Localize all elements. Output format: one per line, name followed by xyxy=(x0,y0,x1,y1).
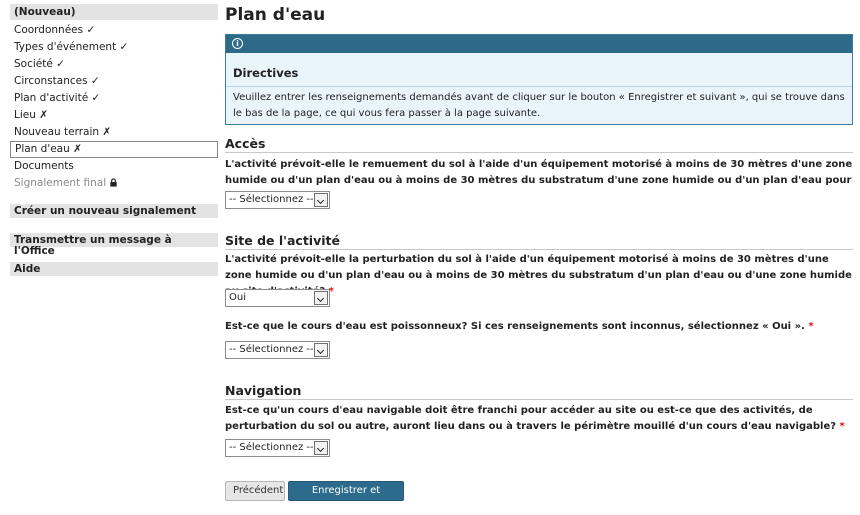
sidebar: (Nouveau) Coordonnées ✓ Types d'événemen… xyxy=(10,4,218,276)
sidebar-item-coordonnees[interactable]: Coordonnées ✓ xyxy=(10,22,218,39)
sidebar-header: (Nouveau) xyxy=(10,4,218,20)
previous-button[interactable]: Précédent xyxy=(225,481,285,501)
directives-box: i Directives Veuillez entrer les renseig… xyxy=(225,34,853,125)
sidebar-item-label: Signalement final xyxy=(14,177,107,189)
select-value: -- Sélectionnez -- xyxy=(229,344,314,355)
info-icon: i xyxy=(232,38,243,49)
question-poissonneux: Est-ce que le cours d'eau est poissonneu… xyxy=(225,319,853,335)
question-text: Est-ce que le cours d'eau est poissonneu… xyxy=(225,321,805,332)
sidebar-item-types-evenement[interactable]: Types d'événement ✓ xyxy=(10,39,218,56)
sidebar-send-message[interactable]: Transmettre un message à l'Office xyxy=(10,233,218,257)
section-title-site: Site de l'activité xyxy=(225,233,340,248)
sidebar-create-report[interactable]: Créer un nouveau signalement xyxy=(10,204,218,218)
section-title-acces: Accès xyxy=(225,136,266,151)
poissonneux-select[interactable]: -- Sélectionnez -- xyxy=(225,341,330,359)
select-value: -- Sélectionnez -- xyxy=(229,194,314,205)
navigation-select[interactable]: -- Sélectionnez -- xyxy=(225,439,330,457)
directives-header-bar: i xyxy=(226,35,852,53)
required-marker: * xyxy=(839,421,845,432)
sidebar-item-nouveau-terrain[interactable]: Nouveau terrain ✗ xyxy=(10,124,218,141)
required-marker: * xyxy=(808,321,814,332)
question-navigation: Est-ce qu'un cours d'eau navigable doit … xyxy=(225,403,853,435)
sidebar-item-lieu[interactable]: Lieu ✗ xyxy=(10,107,218,124)
sidebar-item-documents[interactable]: Documents xyxy=(10,158,218,175)
sidebar-item-plan-eau[interactable]: Plan d'eau ✗ xyxy=(10,141,218,158)
directives-title: Directives xyxy=(233,66,299,80)
sidebar-item-plan-activite[interactable]: Plan d'activité ✓ xyxy=(10,90,218,107)
site-perturbation-select[interactable]: Oui xyxy=(225,289,330,307)
divider xyxy=(225,249,853,250)
chevron-down-icon[interactable] xyxy=(314,441,328,455)
divider xyxy=(225,399,853,400)
select-value: Oui xyxy=(229,292,246,303)
acces-select[interactable]: -- Sélectionnez -- xyxy=(225,191,330,209)
select-value: -- Sélectionnez -- xyxy=(229,442,314,453)
sidebar-item-circonstances[interactable]: Circonstances ✓ xyxy=(10,73,218,90)
divider xyxy=(225,152,853,153)
save-and-next-button[interactable]: Enregistrer et suivant xyxy=(288,481,404,514)
divider xyxy=(226,86,852,87)
section-title-navigation: Navigation xyxy=(225,383,302,398)
page-title: Plan d'eau xyxy=(225,5,326,25)
sidebar-item-societe[interactable]: Société ✓ xyxy=(10,56,218,73)
chevron-down-icon[interactable] xyxy=(314,193,328,207)
sidebar-help[interactable]: Aide xyxy=(10,262,218,276)
chevron-down-icon[interactable] xyxy=(314,343,328,357)
chevron-down-icon[interactable] xyxy=(314,291,328,305)
lock-icon xyxy=(110,178,117,187)
sidebar-item-signalement-final: Signalement final xyxy=(10,175,218,192)
directives-text: Veuillez entrer les renseignements deman… xyxy=(233,92,845,119)
question-text: Est-ce qu'un cours d'eau navigable doit … xyxy=(225,405,837,432)
